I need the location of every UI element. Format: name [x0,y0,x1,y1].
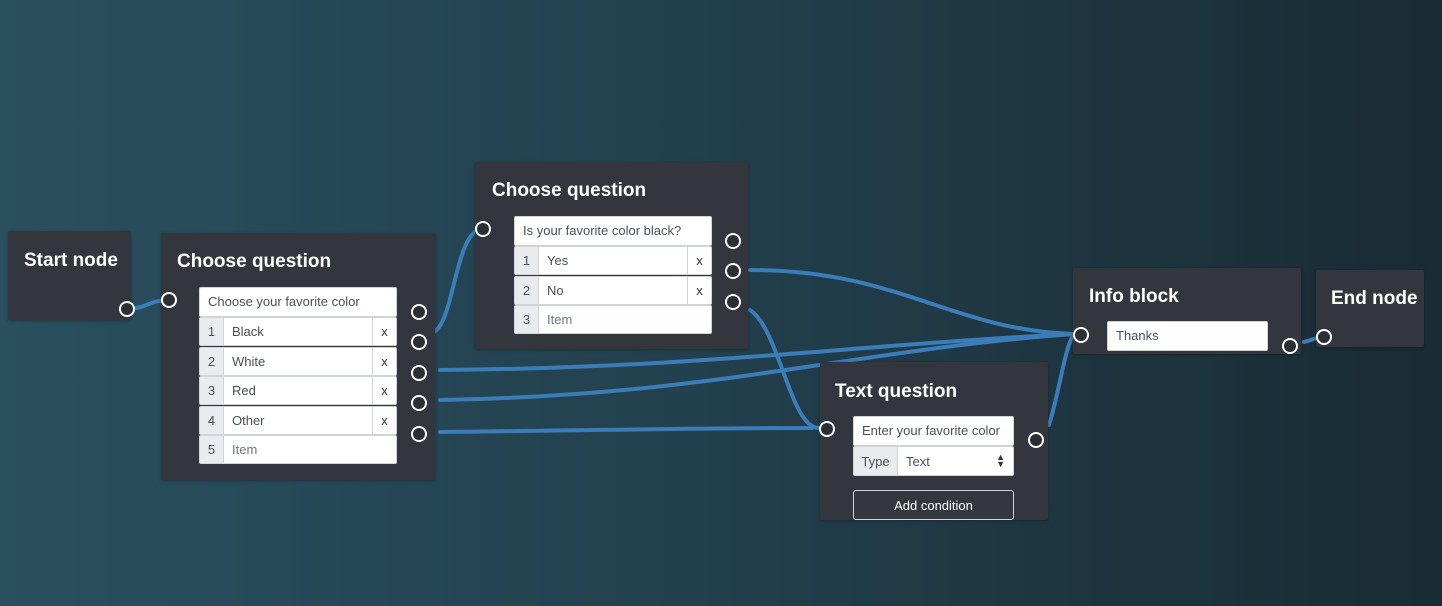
choice-input[interactable]: Red [224,377,372,404]
end-node-input-socket[interactable] [1316,329,1332,345]
node-title: End node [1331,288,1418,309]
info-block-input-socket[interactable] [1073,327,1089,343]
end-node[interactable]: End node [1316,270,1424,347]
choice-white-output-socket[interactable] [411,334,427,350]
choice-input[interactable]: Yes [539,247,687,274]
new-choice-input[interactable]: Item [539,306,711,333]
new-choice-input[interactable]: Item [224,436,396,463]
info-block-output-socket[interactable] [1282,338,1298,354]
choose-question-node-2[interactable]: Choose question Is your favorite color b… [475,162,748,349]
choice-row: 1 Black x [199,317,397,346]
delete-choice-button[interactable]: x [372,318,396,345]
text-question-node[interactable]: Text question Enter your favorite color … [820,362,1048,520]
question-input[interactable]: Choose your favorite color [199,287,397,317]
node-title: Choose question [177,251,332,272]
choice-number: 1 [200,318,224,345]
choice-number: 3 [200,377,224,404]
delete-choice-button[interactable]: x [372,377,396,404]
wire-other-to-text [438,426,814,434]
choice-input[interactable]: No [539,277,687,304]
choice-number: 3 [515,306,539,333]
wire-yes-to-info [748,268,1076,336]
choice-row: 2 No x [514,276,712,305]
question-input[interactable]: Is your favorite color black? [514,216,712,246]
node-title: Info block [1089,286,1179,307]
choice-input[interactable]: White [224,348,372,375]
node-title: Text question [835,381,958,402]
wire-text-to-info [1047,333,1076,427]
new-choice-row: 3 Item [514,305,712,334]
choice-number: 5 [200,436,224,463]
type-select-row: Type Text ▲ ▼ [853,446,1014,476]
choose1-input-socket[interactable] [161,292,177,308]
node-title: Choose question [492,180,647,201]
choice-row: 4 Other x [199,406,397,435]
choice-red-output-socket[interactable] [411,365,427,381]
question-input[interactable]: Enter your favorite color [853,416,1014,446]
start-node-output-socket[interactable] [119,301,135,317]
choice-new-output-socket[interactable] [411,426,427,442]
delete-choice-button[interactable]: x [687,277,711,304]
choice-input[interactable]: Black [224,318,372,345]
select-arrows-icon: ▲ ▼ [996,452,1005,469]
choice-new-output-socket[interactable] [725,294,741,310]
choice-row: 2 White x [199,347,397,376]
new-choice-row: 5 Item [199,435,397,464]
choice-row: 1 Yes x [514,246,712,275]
type-select-value: Text [906,453,930,469]
delete-choice-button[interactable]: x [687,247,711,274]
info-block-node[interactable]: Info block Thanks [1073,268,1301,354]
choice-input[interactable]: Other [224,407,372,434]
choice-number: 2 [515,277,539,304]
choice-other-output-socket[interactable] [411,395,427,411]
type-label: Type [854,447,898,475]
choice-number: 4 [200,407,224,434]
text-question-output-socket[interactable] [1028,432,1044,448]
choice-no-output-socket[interactable] [725,263,741,279]
choice-number: 2 [200,348,224,375]
choose2-input-socket[interactable] [475,221,491,237]
choose-question-node-1[interactable]: Choose question Choose your favorite col… [161,233,435,480]
choice-number: 1 [515,247,539,274]
text-question-input-socket[interactable] [819,421,835,437]
start-node[interactable]: Start node [8,231,131,320]
choice-yes-output-socket[interactable] [725,233,741,249]
choice-row: 3 Red x [199,376,397,405]
delete-choice-button[interactable]: x [372,407,396,434]
delete-choice-button[interactable]: x [372,348,396,375]
type-select[interactable]: Text ▲ ▼ [898,447,1013,475]
node-title: Start node [24,250,118,271]
choice-black-output-socket[interactable] [411,304,427,320]
add-condition-button[interactable]: Add condition [853,490,1014,520]
info-text-input[interactable]: Thanks [1107,321,1268,351]
